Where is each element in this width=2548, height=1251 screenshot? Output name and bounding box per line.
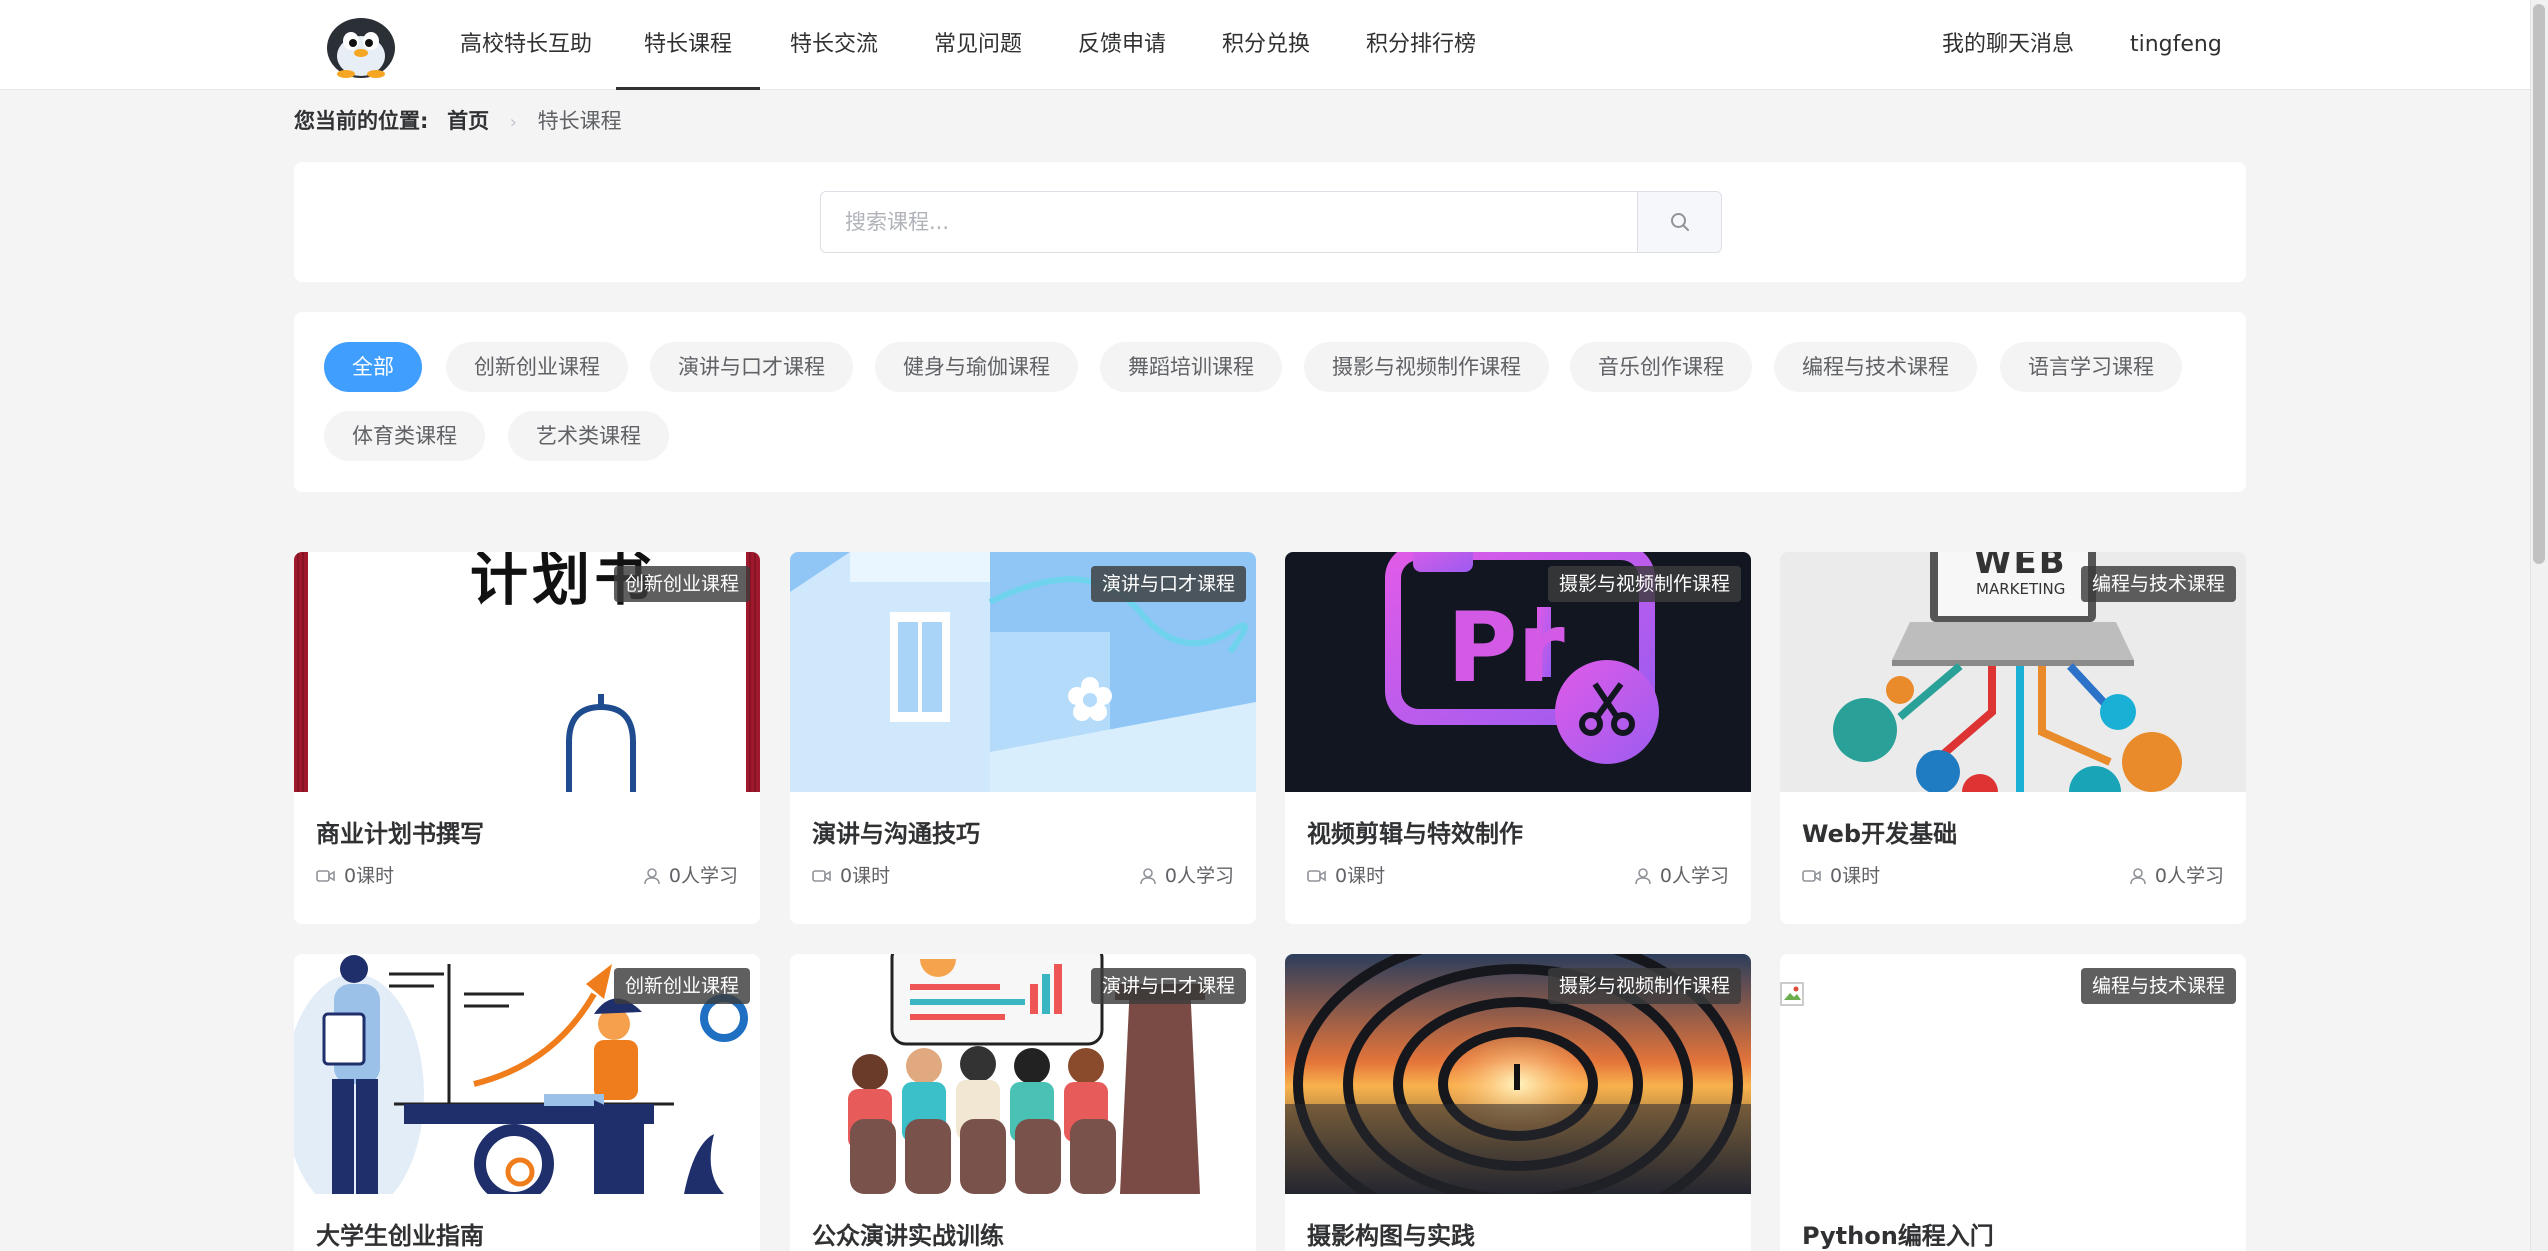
breadcrumb-home-link[interactable]: 首页: [447, 109, 489, 133]
lessons-count: 0课时: [344, 865, 395, 887]
course-title[interactable]: Python编程入门: [1802, 1216, 1994, 1251]
search-input[interactable]: [821, 192, 1637, 252]
learners-count: 0人学习: [2154, 865, 2224, 887]
search-button[interactable]: [1637, 192, 1721, 252]
breadcrumb-current: 特长课程: [537, 109, 622, 133]
course-title[interactable]: 摄影构图与实践: [1307, 1216, 1475, 1251]
category-chip[interactable]: 音乐创作课程: [1570, 342, 1752, 392]
course-thumbnail: 创新创业课程: [294, 954, 760, 1194]
category-badge: 编程与技术课程: [2080, 566, 2236, 602]
learners-count: 0人学习: [1659, 865, 1729, 887]
scrollbar-thumb[interactable]: [2533, 4, 2545, 564]
category-chip-all[interactable]: 全部: [324, 342, 422, 392]
user-icon: [644, 868, 660, 885]
breadcrumb-label: 您当前的位置:: [294, 109, 429, 133]
course-card[interactable]: WEB MARKETING 编程与技术课程 Web开发基础 0课时 0人学习: [1780, 552, 2246, 924]
page-scrollbar[interactable]: [2530, 0, 2548, 1251]
course-lessons: 0课时: [1802, 864, 1880, 888]
category-chip[interactable]: 摄影与视频制作课程: [1304, 342, 1549, 392]
course-card[interactable]: 创新创业课程 大学生创业指南: [294, 954, 760, 1251]
video-camera-icon: [1307, 870, 1326, 882]
top-navbar: 高校特长互助 特长课程 特长交流 常见问题 反馈申请 积分兑换 积分排行榜 我的…: [0, 0, 2548, 90]
course-thumbnail: 编程与技术课程: [1780, 954, 2246, 1194]
category-badge: 摄影与视频制作课程: [1547, 566, 1741, 602]
nav-item-points-exchange[interactable]: 积分兑换: [1222, 0, 1310, 90]
lessons-count: 0课时: [1830, 865, 1881, 887]
course-title[interactable]: 演讲与沟通技巧: [812, 814, 980, 849]
thumbnail-text: WEB: [1974, 552, 2067, 582]
video-camera-icon: [316, 870, 335, 882]
user-icon: [1635, 868, 1651, 885]
course-thumbnail: 演讲与口才课程: [790, 552, 1256, 792]
category-chip[interactable]: 体育类课程: [324, 411, 485, 461]
course-lessons: 0课时: [316, 864, 394, 888]
course-lessons: 0课时: [812, 864, 890, 888]
learners-count: 0人学习: [1164, 865, 1234, 887]
category-chip[interactable]: 编程与技术课程: [1774, 342, 1977, 392]
learners-count: 0人学习: [668, 865, 738, 887]
user-icon: [1140, 868, 1156, 885]
category-badge: 摄影与视频制作课程: [1547, 968, 1741, 1004]
course-title[interactable]: 视频剪辑与特效制作: [1307, 814, 1523, 849]
nav-item-feedback[interactable]: 反馈申请: [1078, 0, 1166, 90]
course-learners: 0人学习: [1634, 864, 1729, 888]
nav-item-points-ranking[interactable]: 积分排行榜: [1366, 0, 1476, 90]
category-badge: 演讲与口才课程: [1090, 566, 1246, 602]
chevron-right-icon: ›: [509, 112, 517, 133]
category-chip[interactable]: 创新创业课程: [446, 342, 628, 392]
nav-username[interactable]: tingfeng: [2130, 0, 2222, 90]
penguin-logo-icon[interactable]: [324, 12, 398, 78]
category-filter-panel: 全部 创新创业课程 演讲与口才课程 健身与瑜伽课程 舞蹈培训课程 摄影与视频制作…: [294, 312, 2246, 492]
course-card[interactable]: Pr 摄影与视频制作课程 视频剪辑与特效制作 0课时 0人学习: [1285, 552, 1751, 924]
category-badge: 编程与技术课程: [2080, 968, 2236, 1004]
course-title[interactable]: 商业计划书撰写: [316, 814, 484, 849]
video-camera-icon: [1802, 870, 1821, 882]
thumbnail-text: Pr: [1447, 592, 1565, 704]
course-title[interactable]: 大学生创业指南: [316, 1216, 484, 1251]
nav-item-courses[interactable]: 特长课程: [616, 0, 760, 90]
nav-item-mutual-help[interactable]: 高校特长互助: [460, 0, 592, 90]
broken-image-icon: [1780, 982, 1804, 1006]
search-icon: [1670, 213, 1689, 231]
course-card[interactable]: 计划书 创新创业课程 商业计划书撰写 0课时 0人学习: [294, 552, 760, 924]
nav-item-exchange[interactable]: 特长交流: [790, 0, 878, 90]
search-box: [820, 191, 1722, 253]
course-learners: 0人学习: [2129, 864, 2224, 888]
course-thumbnail: Pr 摄影与视频制作课程: [1285, 552, 1751, 792]
video-camera-icon: [812, 870, 831, 882]
category-badge: 演讲与口才课程: [1090, 968, 1246, 1004]
course-title[interactable]: 公众演讲实战训练: [812, 1216, 1004, 1251]
lessons-count: 0课时: [1335, 865, 1386, 887]
search-panel: [294, 162, 2246, 282]
category-chip[interactable]: 舞蹈培训课程: [1100, 342, 1282, 392]
course-card[interactable]: 演讲与口才课程 演讲与沟通技巧 0课时 0人学习: [790, 552, 1256, 924]
category-badge: 创新创业课程: [613, 566, 750, 602]
course-title[interactable]: Web开发基础: [1802, 814, 1957, 849]
course-card[interactable]: 摄影与视频制作课程 摄影构图与实践: [1285, 954, 1751, 1251]
course-learners: 0人学习: [643, 864, 738, 888]
course-thumbnail: 演讲与口才课程: [790, 954, 1256, 1194]
course-lessons: 0课时: [1307, 864, 1385, 888]
lessons-count: 0课时: [840, 865, 891, 887]
breadcrumb: 您当前的位置: 首页 › 特长课程: [294, 106, 622, 136]
course-learners: 0人学习: [1139, 864, 1234, 888]
category-chip[interactable]: 艺术类课程: [508, 411, 669, 461]
thumbnail-subtext: MARKETING: [1976, 580, 2066, 598]
course-card[interactable]: 编程与技术课程 Python编程入门: [1780, 954, 2246, 1251]
category-chip[interactable]: 健身与瑜伽课程: [875, 342, 1078, 392]
course-card[interactable]: 演讲与口才课程 公众演讲实战训练: [790, 954, 1256, 1251]
category-chip[interactable]: 演讲与口才课程: [650, 342, 853, 392]
user-icon: [2130, 868, 2146, 885]
category-chip[interactable]: 语言学习课程: [2000, 342, 2182, 392]
nav-my-messages[interactable]: 我的聊天消息: [1942, 0, 2074, 90]
course-thumbnail: 计划书 创新创业课程: [294, 552, 760, 792]
course-thumbnail: WEB MARKETING 编程与技术课程: [1780, 552, 2246, 792]
category-badge: 创新创业课程: [613, 968, 750, 1004]
nav-item-faq[interactable]: 常见问题: [934, 0, 1022, 90]
course-thumbnail: 摄影与视频制作课程: [1285, 954, 1751, 1194]
